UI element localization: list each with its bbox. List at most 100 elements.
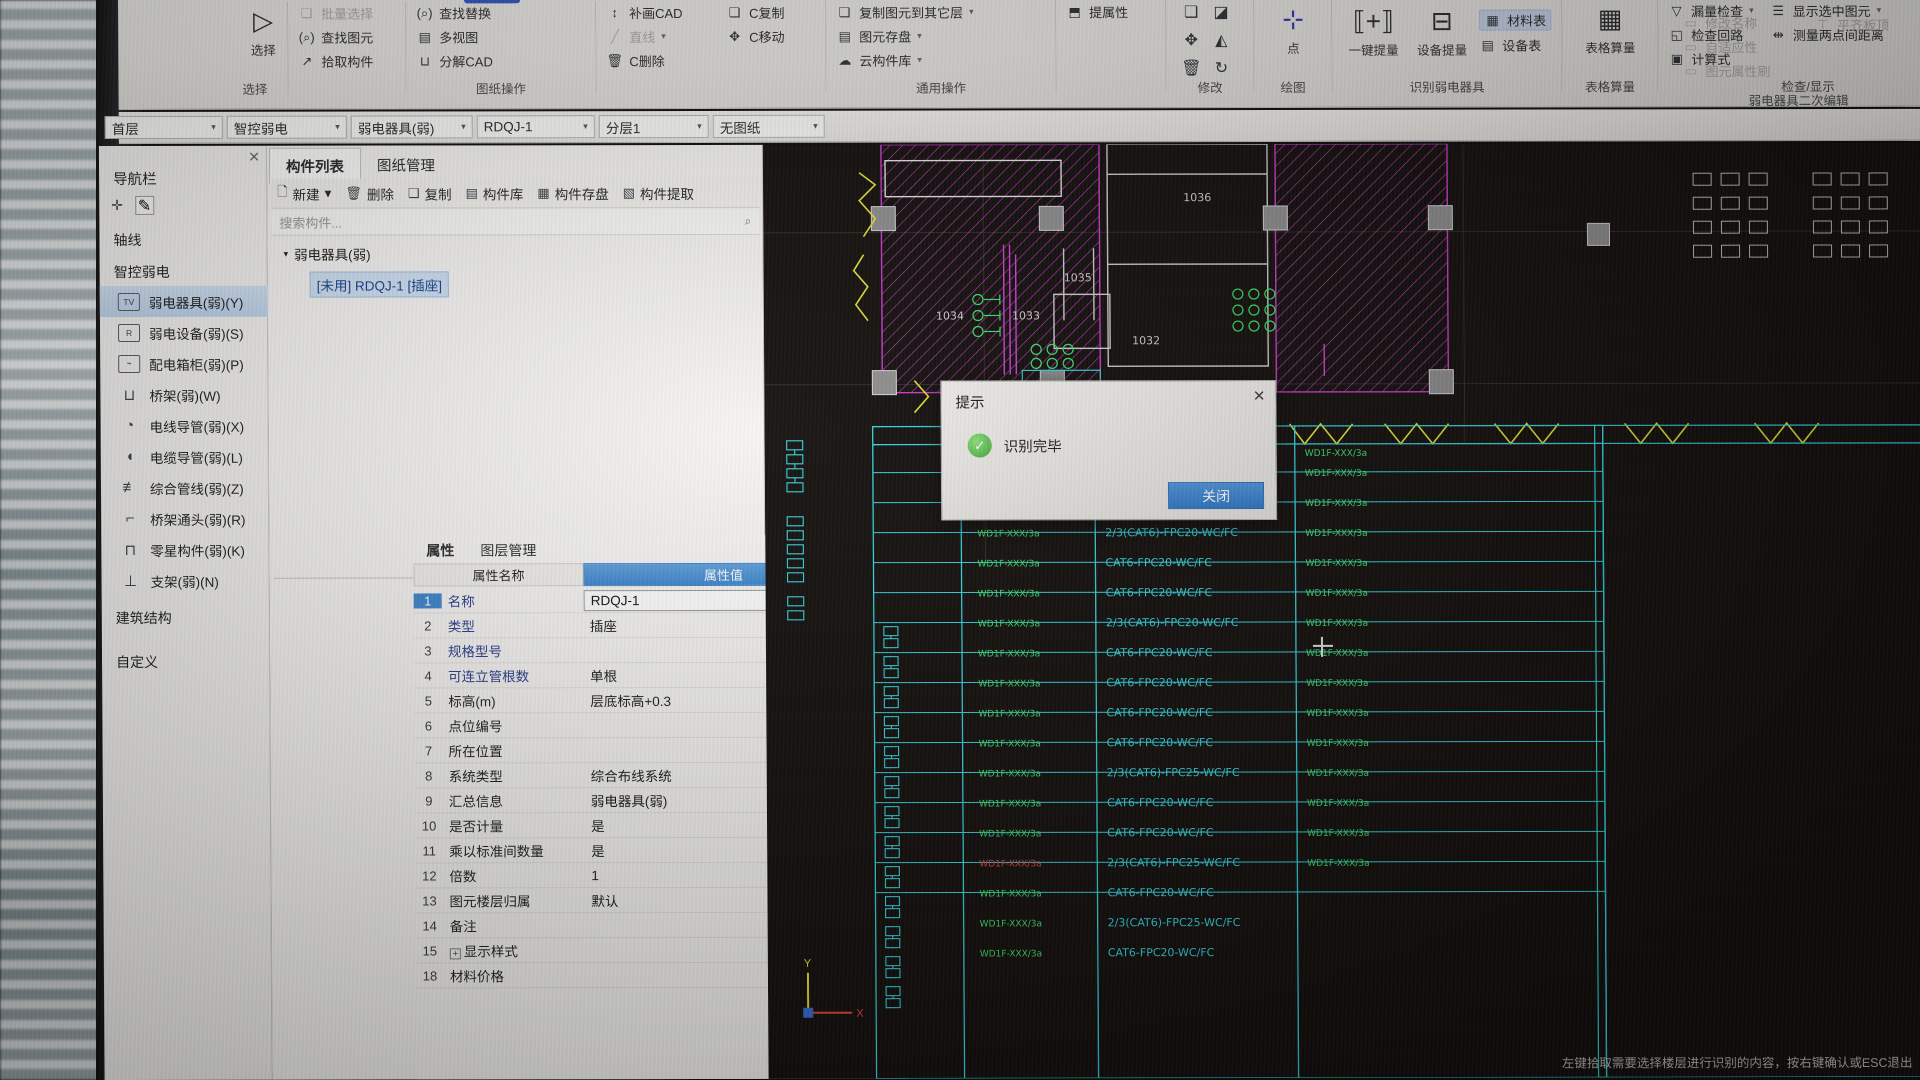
find-replace-button[interactable]: (⌕) 查找替换 bbox=[416, 3, 585, 22]
pick-component-button[interactable]: ↗ 拾取构件 bbox=[298, 52, 395, 71]
rotate-icon[interactable]: ↻ bbox=[1215, 58, 1229, 78]
chevron-down-icon: ▾ bbox=[697, 120, 702, 131]
svg-text:WD1F-XXX/3a: WD1F-XXX/3a bbox=[1306, 709, 1368, 719]
sidebar-item-cable-tray[interactable]: ⊔ 桥架(弱)(W) bbox=[100, 379, 268, 410]
dialog-body: ✓ 识别完毕 bbox=[967, 433, 1062, 458]
multi-view-button[interactable]: ▤ 多视图 bbox=[416, 27, 585, 46]
tree-node-root[interactable]: ▾ 弱电器具(弱) bbox=[277, 241, 755, 266]
svg-text:WD1F-XXX/3a: WD1F-XXX/3a bbox=[980, 919, 1042, 929]
chevron-down-icon[interactable]: ▾ bbox=[284, 248, 289, 259]
component-name-selector[interactable]: RDQJ-1 ▾ bbox=[476, 115, 595, 139]
nav-section-axis[interactable]: 轴线 bbox=[113, 230, 141, 250]
device-table-button[interactable]: ▤ 设备表 bbox=[1479, 35, 1551, 54]
layer-selector[interactable]: 分层1 ▾ bbox=[598, 114, 709, 139]
expand-icon[interactable]: + bbox=[449, 948, 461, 960]
copy-icon[interactable]: ❏ bbox=[1184, 2, 1198, 22]
close-icon[interactable]: ✕ bbox=[1253, 387, 1266, 405]
sidebar-item-misc-component[interactable]: ⊓ 零星构件(弱)(K) bbox=[101, 534, 269, 565]
move-icon[interactable]: ✥ bbox=[1185, 30, 1199, 50]
panel-box-icon: ⌁ bbox=[118, 354, 141, 373]
copy-component-button[interactable]: ❏ 复制 bbox=[408, 183, 452, 203]
mirror-icon[interactable]: ◪ bbox=[1213, 2, 1228, 22]
search-icon[interactable]: ⌕ bbox=[745, 214, 752, 229]
sidebar-item-label: 桥架(弱)(W) bbox=[149, 388, 221, 404]
sidebar-item-integrated-pipe[interactable]: ≢ 综合管线(弱)(Z) bbox=[101, 472, 269, 503]
one-click-quantity-button[interactable]: ⟦+⟧ 一键提量 bbox=[1342, 2, 1405, 59]
close-icon[interactable]: ✕ bbox=[248, 149, 260, 166]
c-delete-button[interactable]: 🗑 C删除 bbox=[606, 51, 706, 70]
align-slab-top-button[interactable]: ⊤ 平齐板顶 bbox=[1814, 15, 1889, 34]
tab-layer-management[interactable]: 图层管理 bbox=[467, 535, 549, 565]
group-label-draw: 绘图 bbox=[1280, 80, 1306, 95]
drawing-selector[interactable]: 无图纸 ▾ bbox=[712, 114, 825, 138]
extract-property-button[interactable]: ⬒ 提属性 bbox=[1066, 2, 1155, 21]
search-component-input[interactable]: 搜索构件... ⌕ bbox=[271, 208, 760, 236]
discipline-selector[interactable]: 智控弱电 ▾ bbox=[226, 115, 347, 139]
nav-section-custom[interactable]: 自定义 bbox=[116, 652, 158, 672]
extract-component-button[interactable]: ▧ 构件提取 bbox=[623, 182, 694, 202]
adaptive-button[interactable]: ▭ 自适应性 bbox=[1682, 37, 1920, 56]
cad-drawing: 1034 1033 1032 1035 1036 2/3(CAT6)-FPC20… bbox=[763, 142, 1920, 1079]
adaptive-icon: ▭ bbox=[1684, 38, 1697, 54]
draw-cad-button[interactable]: ↕ 补画CAD bbox=[606, 3, 706, 22]
line-button[interactable]: ╱ 直线 ▾ bbox=[606, 27, 706, 46]
sidebar-item-bracket[interactable]: ⊥ 支架(弱)(N) bbox=[101, 565, 269, 596]
property-panel-tabs[interactable]: 属性 图层管理 bbox=[413, 535, 549, 565]
sidebar-item-weak-current-fixture[interactable]: TV 弱电器具(弱)(Y) bbox=[99, 285, 268, 318]
nav-panel-title: 导航栏 bbox=[113, 171, 157, 189]
explode-cad-button[interactable]: ⊔ 分解CAD bbox=[416, 51, 585, 70]
svg-text:2/3(CAT6)-FPC20-WC/FC: 2/3(CAT6)-FPC20-WC/FC bbox=[1105, 526, 1238, 539]
floor-selector[interactable]: 首层 ▾ bbox=[104, 115, 223, 140]
svg-text:CAT6-FPC20-WC/FC: CAT6-FPC20-WC/FC bbox=[1107, 886, 1214, 899]
add-icon[interactable]: ✛ bbox=[111, 197, 123, 214]
find-element-button[interactable]: (⌕) 查找图元 bbox=[298, 28, 395, 47]
ribbon-group-drawing-ops-c: ❏ C复制 ✥ C移动 bbox=[716, 0, 827, 93]
svg-text:CAT6-FPC20-WC/FC: CAT6-FPC20-WC/FC bbox=[1107, 826, 1214, 839]
c-move-button[interactable]: ✥ C移动 bbox=[726, 27, 815, 46]
c-copy-button[interactable]: ❏ C复制 bbox=[726, 3, 815, 22]
delete-component-button[interactable]: 🗑 删除 bbox=[345, 183, 394, 203]
copy-to-other-layer-button[interactable]: ❏ 复制图元到其它层 ▾ bbox=[836, 2, 1045, 21]
trash-icon: 🗑 bbox=[345, 185, 362, 201]
edit-icon[interactable]: ✎ bbox=[134, 195, 155, 215]
svg-text:WD1F-XXX/3a: WD1F-XXX/3a bbox=[1307, 799, 1369, 809]
cloud-library-button[interactable]: ☁ 云构件库 ▾ bbox=[836, 50, 1045, 69]
select-tool-button[interactable]: ▷ 选择 bbox=[232, 2, 294, 59]
nav-section-weak-current[interactable]: 智控弱电 bbox=[114, 262, 170, 282]
cad-canvas[interactable]: 1034 1033 1032 1035 1036 2/3(CAT6)-FPC20… bbox=[762, 142, 1920, 1079]
search-placeholder-text: 搜索构件... bbox=[279, 215, 343, 231]
nav-section-architecture[interactable]: 建筑结构 bbox=[116, 608, 172, 628]
table-calc-button[interactable]: ▦ 表格算量 bbox=[1572, 0, 1648, 56]
close-button[interactable]: 关闭 bbox=[1167, 481, 1265, 510]
tree-leaf-rdqj-1[interactable]: [未用] RDQJ-1 [插座] bbox=[309, 271, 450, 298]
component-library-button[interactable]: ▤ 构件库 bbox=[466, 183, 524, 203]
wire-conduit-icon: ◔ bbox=[125, 416, 135, 434]
batch-select-button[interactable]: ❏ 批量选择 bbox=[298, 4, 395, 23]
sidebar-item-cable-conduit[interactable]: ◖ 电缆导管(弱)(L) bbox=[101, 441, 269, 472]
chevron-down-icon: ▾ bbox=[324, 185, 332, 201]
save-element-button[interactable]: ▤ 图元存盘 ▾ bbox=[836, 26, 1045, 45]
chevron-down-icon: ▾ bbox=[969, 6, 974, 17]
material-table-button[interactable]: ▦ 材料表 bbox=[1479, 9, 1552, 31]
chevron-down-icon: ▾ bbox=[917, 54, 922, 65]
selector-bar: 首层 ▾ 智控弱电 ▾ 弱电器具(弱) ▾ RDQJ-1 ▾ 分层1 ▾ 无图纸… bbox=[104, 108, 1920, 144]
sidebar-item-panel-box[interactable]: ⌁ 配电箱柜(弱)(P) bbox=[100, 348, 268, 379]
device-quantity-button[interactable]: ⊟ 设备提量 bbox=[1411, 2, 1474, 59]
svg-text:WD1F-XXX/3a: WD1F-XXX/3a bbox=[1307, 769, 1369, 779]
save-component-button[interactable]: ▦ 构件存盘 bbox=[537, 183, 608, 203]
tab-properties[interactable]: 属性 bbox=[413, 535, 467, 565]
flip-icon[interactable]: ◭ bbox=[1215, 30, 1227, 50]
tv-icon: TV bbox=[117, 292, 140, 311]
trash-icon[interactable]: 🗑 bbox=[1181, 58, 1201, 78]
sidebar-item-tray-fitting[interactable]: ⌐ 桥架通头(弱)(R) bbox=[101, 503, 269, 534]
new-file-icon: 🗋 bbox=[277, 183, 288, 199]
sidebar-item-wire-conduit[interactable]: ◔ 电线导管(弱)(X) bbox=[101, 410, 269, 441]
sidebar-item-weak-current-device[interactable]: R 弱电设备(弱)(S) bbox=[100, 317, 268, 348]
group-label-modify: 修改 bbox=[1197, 81, 1223, 96]
sidebar-item-label: 桥架通头(弱)(R) bbox=[150, 512, 246, 528]
new-component-button[interactable]: 🗋 新建 ▾ bbox=[277, 182, 331, 204]
device-icon: R bbox=[117, 323, 141, 342]
component-type-selector[interactable]: 弱电器具(弱) ▾ bbox=[350, 115, 473, 139]
point-tool-button[interactable]: ⊹ 点 bbox=[1264, 0, 1322, 57]
property-brush-button[interactable]: ▭ 图元属性刷 bbox=[1682, 61, 1920, 80]
